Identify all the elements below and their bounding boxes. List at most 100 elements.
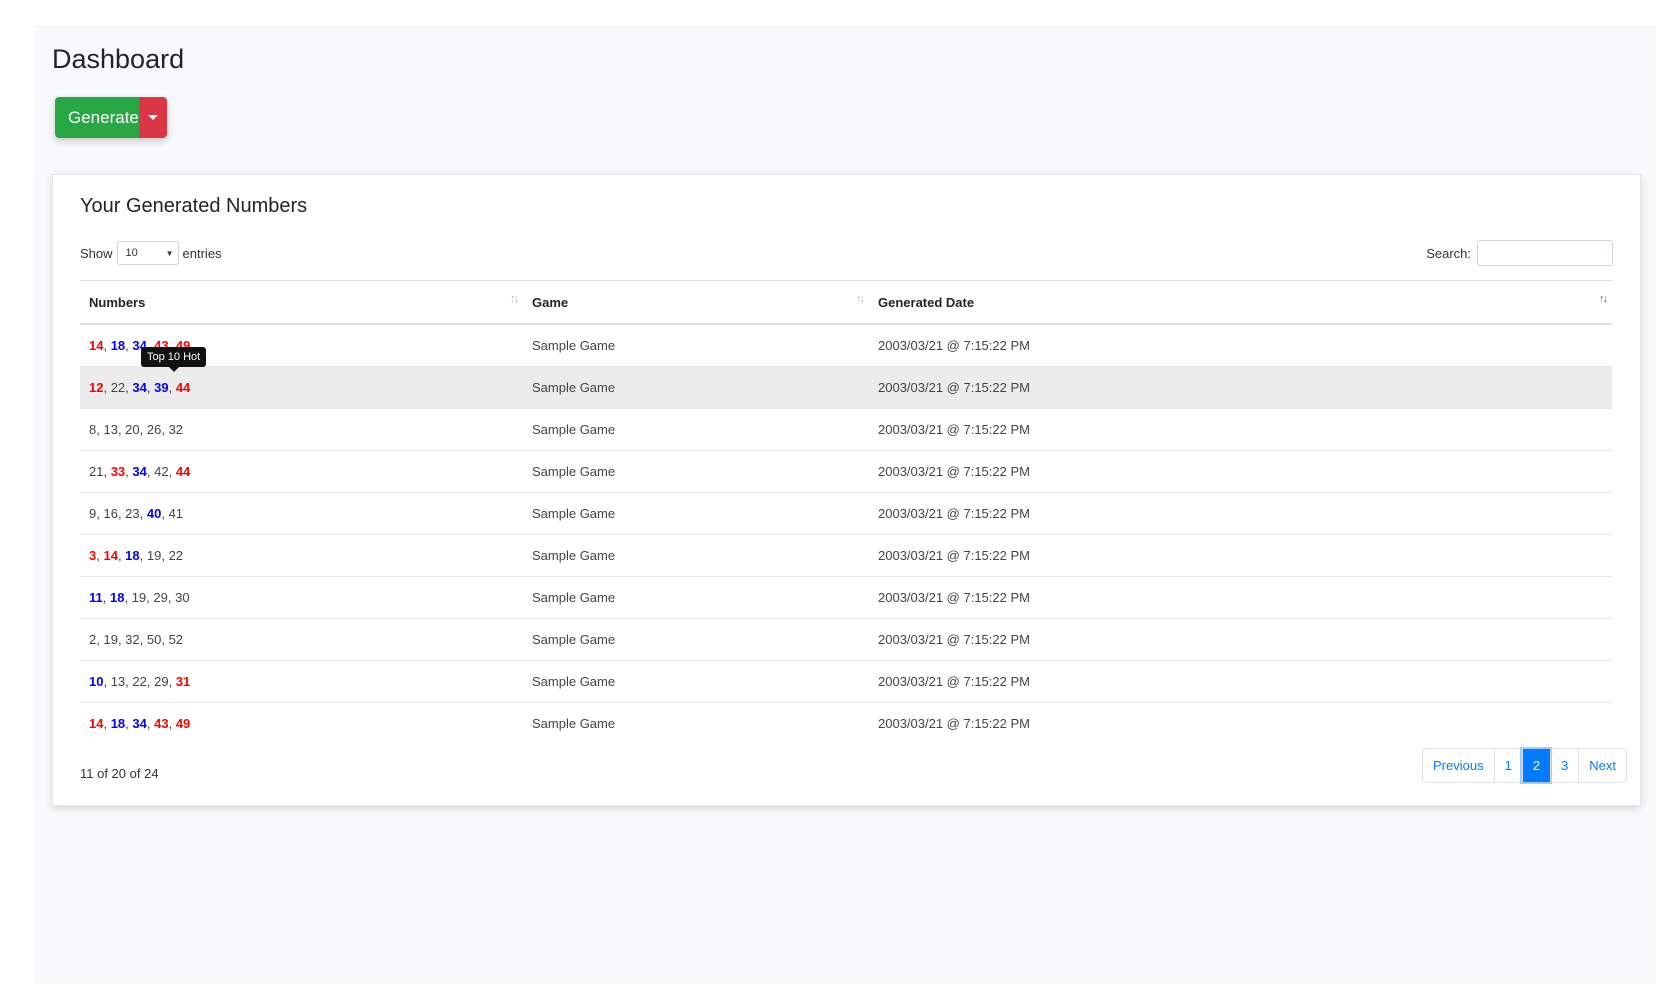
table-row: 11, 18, 19, 29, 30 Sample Game 2003/03/21 … (80, 576, 1612, 619)
date-cell: 2003/03/21 @ 7:15:22 PM (869, 660, 1612, 703)
number-cold[interactable]: 18 (111, 338, 125, 353)
game-cell: Sample Game (532, 716, 616, 731)
column-label: Game (532, 294, 569, 310)
date-cell: 2003/03/21 @ 7:15:22 PM (869, 324, 1612, 367)
number-hot[interactable]: 33 (111, 464, 125, 479)
tooltip: Top 10 Hot (141, 347, 207, 372)
pagination-page-2[interactable]: 2 (1521, 749, 1551, 782)
column-header-numbers[interactable]: Numbers ↑↓ (80, 280, 523, 325)
number-cold[interactable]: 18 (111, 716, 125, 731)
game-cell: Sample Game (523, 450, 869, 493)
number: 50 (146, 632, 162, 647)
numbers-cell: 21, 33, 34, 42, 44 (80, 450, 523, 493)
table-row: 8, 13, 20, 26, 32 Sample Game 2003/03/21 @… (80, 408, 1612, 451)
number: 13 (103, 422, 118, 437)
number-hot[interactable]: 31 (176, 674, 190, 689)
number-cold[interactable]: 34 (132, 464, 146, 479)
number-hot[interactable]: 3 (89, 548, 96, 563)
number: 9 (89, 506, 97, 521)
pagination-next[interactable]: Next (1578, 749, 1626, 782)
pagination-page-1[interactable]: 1 (1493, 749, 1522, 782)
number: 42 (154, 464, 169, 479)
number-cold[interactable]: 11 (89, 590, 103, 605)
table-row: 21, 33, 34, 42, 44 Sample Game 2003/03/21 … (80, 450, 1612, 493)
column-header-game[interactable]: Game ↑↓ (523, 280, 869, 325)
entries-select[interactable]: 10 ▼ (116, 241, 179, 265)
number-cold[interactable]: 34 (132, 380, 146, 395)
game-cell: Sample Game (523, 408, 869, 451)
generate-dropdown-toggle[interactable] (139, 97, 167, 138)
search-label: Search: (1426, 245, 1471, 261)
number-cold[interactable]: 18 (125, 548, 139, 563)
number-hot[interactable]: 44 (176, 380, 190, 395)
generated-numbers-card: Your Generated Numbers Show 10 ▼ entries … (52, 174, 1641, 806)
game-cell: Sample Game (523, 366, 869, 409)
number-cold[interactable]: 10 (89, 674, 103, 689)
entries-select-value: 10 (125, 247, 138, 259)
number-hot[interactable]: 49 (176, 716, 190, 731)
number: 13 (110, 674, 126, 689)
generate-button-group: Generate (55, 97, 167, 138)
numbers-cell: 8, 13, 20, 26, 32 (80, 408, 523, 451)
number-hot[interactable]: 12 (89, 380, 103, 395)
number: 23 (125, 506, 140, 521)
date-cell: 2003/03/21 @ 7:15:22 PM (869, 408, 1612, 451)
entries-label: entries (182, 245, 222, 261)
numbers-cell: 3, 14, 18, 19, 22 (80, 534, 523, 577)
number-hot[interactable]: 44 (176, 464, 190, 479)
number-hot[interactable]: 14 (103, 548, 117, 563)
number-hot[interactable]: 43 (154, 716, 168, 731)
number: 22 (168, 548, 184, 563)
number: 22 (132, 674, 147, 689)
number: 30 (175, 590, 190, 605)
generate-button[interactable]: Generate (55, 97, 139, 138)
numbers-cell: 14, 18, 34, 43, 49 (89, 716, 191, 731)
numbers-cell: 2, 19, 32, 50, 52 (80, 618, 523, 661)
page-title: Dashboard (52, 44, 185, 74)
game-cell: Sample Game (523, 324, 869, 367)
number-cold[interactable]: 18 (110, 590, 124, 605)
table-row: 10, 13, 22, 29, 31 Sample Game 2003/03/21 … (80, 660, 1612, 703)
game-cell: Sample Game (523, 534, 869, 577)
number: 19 (131, 590, 147, 605)
date-cell: 2003/03/21 @ 7:15:22 PM (869, 534, 1612, 577)
numbers-cell: 11, 18, 19, 29, 30 (80, 576, 523, 619)
number-cold[interactable]: 40 (147, 506, 161, 521)
numbers-cell: 12, 22, 34, 39, 44 (80, 366, 523, 409)
number: 32 (168, 422, 184, 437)
game-cell: Sample Game (523, 660, 869, 703)
number-cold[interactable]: 39 (154, 380, 168, 395)
game-cell: Sample Game (523, 576, 869, 619)
table-row: 12, 22, 34, 39, 44 Sample Game 2003/03/21 … (80, 366, 1612, 409)
column-header-generated-date[interactable]: Generated Date ↑↓ (869, 280, 1612, 325)
pagination-previous[interactable]: Previous (1423, 749, 1494, 782)
date-cell: 2003/03/21 @ 7:15:22 PM (878, 716, 1030, 731)
number: 20 (125, 422, 140, 437)
sort-icon: ↑↓ (510, 293, 519, 305)
entries-length-control: Show 10 ▼ entries (80, 241, 222, 265)
search-control: Search: (1426, 240, 1613, 266)
number: 29 (153, 590, 168, 605)
sort-icon: ↑↓ (856, 293, 865, 305)
caret-down-icon (148, 115, 158, 120)
number: 41 (168, 506, 184, 521)
number: 26 (146, 422, 162, 437)
table-row: 9, 16, 23, 40, 41 Sample Game 2003/03/21 @… (80, 492, 1612, 535)
number: 22 (110, 380, 126, 395)
numbers-table: Numbers ↑↓ Game ↑↓ Generated Date ↑↓ 14, 18… (80, 280, 1612, 744)
number-hot[interactable]: 14 (89, 338, 103, 353)
number: 32 (125, 632, 140, 647)
game-cell: Sample Game (523, 618, 869, 661)
number-hot[interactable]: 14 (89, 716, 103, 731)
date-cell: 2003/03/21 @ 7:15:22 PM (869, 618, 1612, 661)
pagination-page-3[interactable]: 3 (1550, 749, 1578, 782)
table-info: 11 of 20 of 24 (80, 766, 159, 781)
game-cell: Sample Game (523, 492, 869, 535)
number-cold[interactable]: 34 (132, 716, 146, 731)
date-cell: 2003/03/21 @ 7:15:22 PM (869, 366, 1612, 409)
date-cell: 2003/03/21 @ 7:15:22 PM (869, 450, 1612, 493)
search-input[interactable] (1477, 240, 1613, 266)
numbers-cell: 9, 16, 23, 40, 41 (80, 492, 523, 535)
column-label: Generated Date (878, 294, 975, 310)
number: 16 (103, 506, 118, 521)
